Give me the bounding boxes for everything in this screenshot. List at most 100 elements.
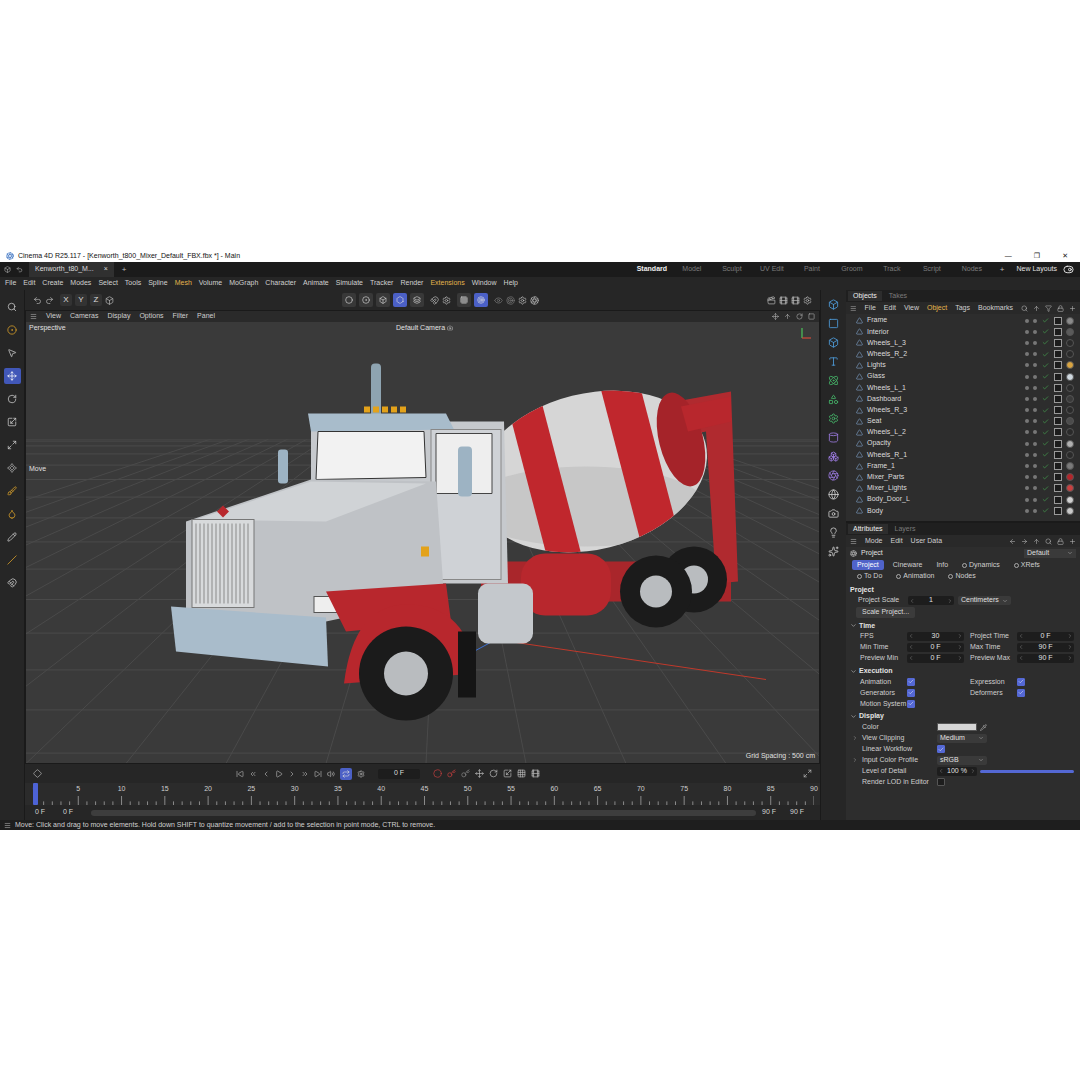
layout-tab[interactable]: Sculpt: [712, 265, 752, 273]
viewport-menu-item[interactable]: Options: [139, 312, 163, 320]
material-tag[interactable]: [1066, 406, 1074, 414]
dropdown[interactable]: Medium: [937, 734, 987, 743]
layout-tab[interactable]: Nodes: [952, 265, 992, 273]
tool-button[interactable]: [4, 391, 21, 407]
home-icon[interactable]: [4, 266, 11, 273]
material-tag[interactable]: [1066, 428, 1074, 436]
keyframe-icon[interactable]: [33, 769, 42, 778]
tool-button[interactable]: [4, 437, 21, 453]
phong-tag[interactable]: [1054, 406, 1062, 414]
camera-label[interactable]: Default Camera: [396, 324, 453, 332]
phong-tag[interactable]: [1054, 507, 1062, 515]
decrease-icon[interactable]: [1018, 644, 1024, 650]
render-visibility-dot[interactable]: [1033, 375, 1037, 379]
object-row[interactable]: Frame_1: [846, 460, 1080, 471]
attribute-tab[interactable]: Cineware: [888, 560, 928, 570]
viewport-canvas[interactable]: PerspectiveDefault CameraMoveGrid Spacin…: [26, 322, 819, 763]
options-icon[interactable]: [518, 296, 527, 305]
dolly-icon[interactable]: [784, 313, 791, 320]
material-tag[interactable]: [1066, 451, 1074, 459]
enable-toggle[interactable]: [1041, 418, 1050, 425]
phong-tag[interactable]: [1054, 440, 1062, 448]
panel-menu-icon[interactable]: [850, 538, 857, 545]
menu-item[interactable]: Simulate: [336, 279, 363, 287]
number-field[interactable]: 90 F: [1017, 643, 1074, 652]
go-to-end-icon[interactable]: [314, 770, 322, 778]
viewport-menu-item[interactable]: Cameras: [70, 312, 98, 320]
material-tag[interactable]: [1066, 496, 1074, 504]
decrease-icon[interactable]: [1018, 633, 1024, 639]
enable-toggle[interactable]: [1041, 351, 1050, 358]
phong-tag[interactable]: [1054, 350, 1062, 358]
layout-tab[interactable]: UV Edit: [752, 265, 792, 273]
attribute-tab[interactable]: Info: [931, 560, 953, 570]
number-field[interactable]: 100 %: [937, 767, 977, 776]
tool-button[interactable]: [4, 552, 21, 568]
object-row[interactable]: Wheels_L_1: [846, 382, 1080, 393]
playback-options-icon[interactable]: [357, 770, 365, 778]
render-visibility-dot[interactable]: [1033, 509, 1037, 513]
render-visibility-dot[interactable]: [1033, 341, 1037, 345]
up-icon[interactable]: [1033, 305, 1040, 312]
checkbox[interactable]: [937, 745, 945, 753]
enable-toggle[interactable]: [1041, 362, 1050, 369]
mode-button[interactable]: [393, 293, 407, 307]
tool-button[interactable]: [4, 345, 21, 361]
menu-item[interactable]: Create: [42, 279, 63, 287]
increase-icon[interactable]: [1067, 633, 1073, 639]
object-row[interactable]: Seat: [846, 416, 1080, 427]
material-tag[interactable]: [1066, 373, 1074, 381]
object-row[interactable]: Wheels_L_2: [846, 427, 1080, 438]
camera-icon[interactable]: [828, 508, 839, 519]
effector-icon[interactable]: [828, 413, 839, 424]
object-row[interactable]: Lights: [846, 360, 1080, 371]
render-visibility-dot[interactable]: [1033, 419, 1037, 423]
tool-button[interactable]: [4, 575, 21, 591]
axis-lock-button[interactable]: Y: [75, 294, 87, 306]
layout-tab[interactable]: Model: [672, 265, 712, 273]
lock-icon[interactable]: [1057, 305, 1064, 312]
attribute-tab[interactable]: Nodes: [943, 571, 980, 581]
material-tag[interactable]: [1066, 350, 1074, 358]
key-rotation-icon[interactable]: [489, 769, 498, 778]
layout-tab[interactable]: Script: [912, 265, 952, 273]
checkbox[interactable]: [937, 778, 945, 786]
material-tag[interactable]: [1066, 484, 1074, 492]
checkbox[interactable]: [1017, 689, 1025, 697]
editor-visibility-dot[interactable]: [1025, 397, 1029, 401]
next-frame-icon[interactable]: [288, 770, 296, 778]
material-tag[interactable]: [1066, 384, 1074, 392]
increase-icon[interactable]: [1067, 655, 1073, 661]
loop-button[interactable]: [340, 768, 352, 780]
spline-icon[interactable]: [828, 318, 839, 329]
render-visibility-dot[interactable]: [1033, 453, 1037, 457]
object-row[interactable]: Wheels_R_2: [846, 349, 1080, 360]
key-position-icon[interactable]: [475, 769, 484, 778]
object-row[interactable]: Body: [846, 505, 1080, 516]
render-visibility-dot[interactable]: [1033, 486, 1037, 490]
attribute-tab[interactable]: To Do: [852, 571, 887, 581]
editor-visibility-dot[interactable]: [1025, 319, 1029, 323]
field-icon[interactable]: [828, 432, 839, 443]
object-row[interactable]: Wheels_L_3: [846, 337, 1080, 348]
maximize-view-icon[interactable]: [808, 313, 815, 320]
phong-tag[interactable]: [1054, 328, 1062, 336]
menu-item[interactable]: File: [5, 279, 16, 287]
light-icon[interactable]: [828, 527, 839, 538]
material-tag[interactable]: [1066, 440, 1074, 448]
back-icon[interactable]: [1009, 538, 1016, 545]
snap-button[interactable]: [474, 293, 488, 307]
menu-item[interactable]: Modes: [70, 279, 91, 287]
render-visibility-dot[interactable]: [1033, 430, 1037, 434]
menu-item[interactable]: Extensions: [430, 279, 464, 287]
orbit-icon[interactable]: [796, 313, 803, 320]
viewport-menu-item[interactable]: Display: [107, 312, 130, 320]
go-to-start-icon[interactable]: [236, 770, 244, 778]
render-visibility-dot[interactable]: [1033, 330, 1037, 334]
render-settings-icon[interactable]: [530, 296, 539, 305]
redo-icon[interactable]: [45, 296, 54, 305]
previous-frame-icon[interactable]: [262, 770, 270, 778]
search-icon[interactable]: [1045, 538, 1052, 545]
preview-end-field[interactable]: 90 F: [762, 808, 784, 816]
enable-toggle[interactable]: [1041, 407, 1050, 414]
